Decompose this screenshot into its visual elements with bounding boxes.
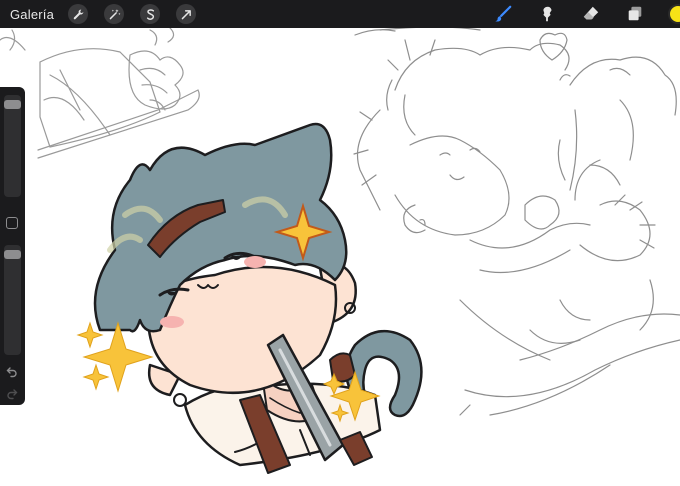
sketch-hands <box>0 28 200 159</box>
selection-icon <box>146 8 154 20</box>
smudge-icon <box>543 6 552 22</box>
layers-icon <box>628 6 642 21</box>
chibi-character <box>93 122 423 474</box>
magic-wand-icon <box>109 8 120 19</box>
color-picker-button[interactable] <box>668 4 680 24</box>
brush-icon <box>495 5 512 22</box>
adjustments-button[interactable] <box>104 4 125 24</box>
eraser-icon <box>583 6 599 20</box>
gallery-button[interactable]: Galería <box>10 7 54 22</box>
top-toolbar: Galería <box>0 0 680 28</box>
selection-button[interactable] <box>140 4 161 24</box>
smudge-tool-button[interactable] <box>536 3 558 25</box>
actions-button[interactable] <box>68 4 89 24</box>
transform-arrow-icon <box>181 9 191 19</box>
layers-button[interactable] <box>624 3 646 25</box>
wrench-icon <box>73 9 83 19</box>
eraser-tool-button[interactable] <box>580 3 602 25</box>
drawing-canvas[interactable] <box>0 28 680 486</box>
brush-tool-button[interactable] <box>492 3 514 25</box>
transform-button[interactable] <box>176 4 197 24</box>
